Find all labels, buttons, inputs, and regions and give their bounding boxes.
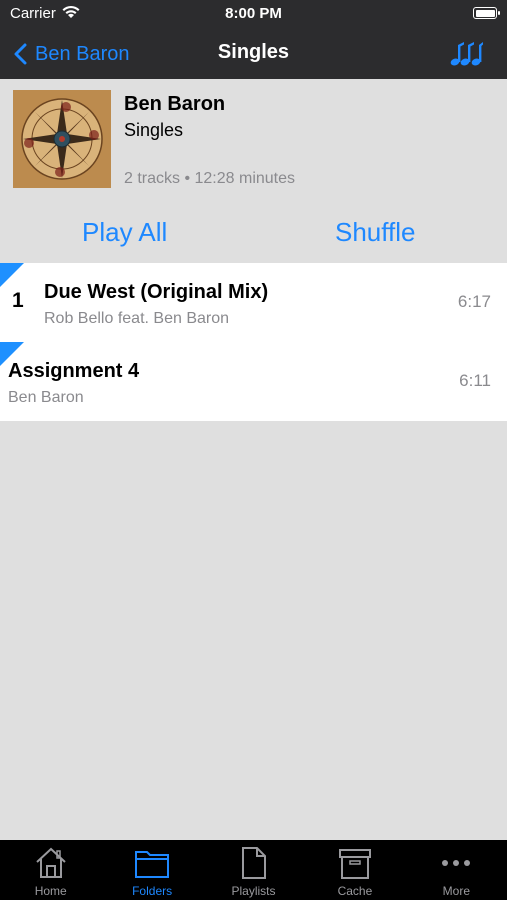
archive-box-icon xyxy=(338,846,372,885)
play-all-button[interactable]: Play All xyxy=(82,217,167,248)
shuffle-button[interactable]: Shuffle xyxy=(335,217,415,248)
track-duration: 6:17 xyxy=(457,292,491,311)
now-playing-button[interactable] xyxy=(449,41,483,72)
track-artist: Ben Baron xyxy=(8,389,84,406)
track-number: 1 xyxy=(12,289,24,312)
tab-playlists[interactable]: Playlists xyxy=(203,840,304,900)
album-title: Singles xyxy=(124,120,184,140)
album-art xyxy=(13,90,111,188)
album-artist: Ben Baron xyxy=(124,93,226,115)
tab-folders[interactable]: Folders xyxy=(101,840,202,900)
music-notes-icon xyxy=(450,42,483,66)
track-list: 1 Due West (Original Mix) Rob Bello feat… xyxy=(0,263,507,421)
status-time: 8:00 PM xyxy=(225,5,282,22)
track-row[interactable]: Assignment 4 Ben Baron 6:11 xyxy=(0,342,507,421)
tab-more[interactable]: More xyxy=(406,840,507,900)
tab-label: Home xyxy=(34,884,67,898)
folder-icon xyxy=(134,846,170,885)
document-icon xyxy=(240,846,268,885)
track-title: Assignment 4 xyxy=(8,360,140,382)
tab-bar: Home Folders Playlists Cache More xyxy=(0,840,507,900)
page-title: Singles xyxy=(217,41,290,63)
cached-indicator xyxy=(0,263,24,287)
home-icon xyxy=(34,846,68,885)
tab-label: Folders xyxy=(132,884,173,898)
tab-label: Cache xyxy=(337,884,373,898)
tab-label: More xyxy=(442,884,470,898)
tab-label: Playlists xyxy=(231,884,276,898)
track-duration: 6:11 xyxy=(459,371,491,390)
track-row[interactable]: 1 Due West (Original Mix) Rob Bello feat… xyxy=(0,263,507,342)
tab-home[interactable]: Home xyxy=(0,840,101,900)
battery-icon xyxy=(473,7,500,19)
status-bar: Carrier 8:00 PM xyxy=(0,0,507,28)
track-artist: Rob Bello feat. Ben Baron xyxy=(44,310,230,327)
track-title: Due West (Original Mix) xyxy=(44,281,269,303)
album-meta: 2 tracks • 12:28 minutes xyxy=(124,170,296,187)
tab-cache[interactable]: Cache xyxy=(304,840,405,900)
navigation-bar: Ben Baron Singles xyxy=(0,28,507,79)
more-dots-icon xyxy=(439,846,473,885)
